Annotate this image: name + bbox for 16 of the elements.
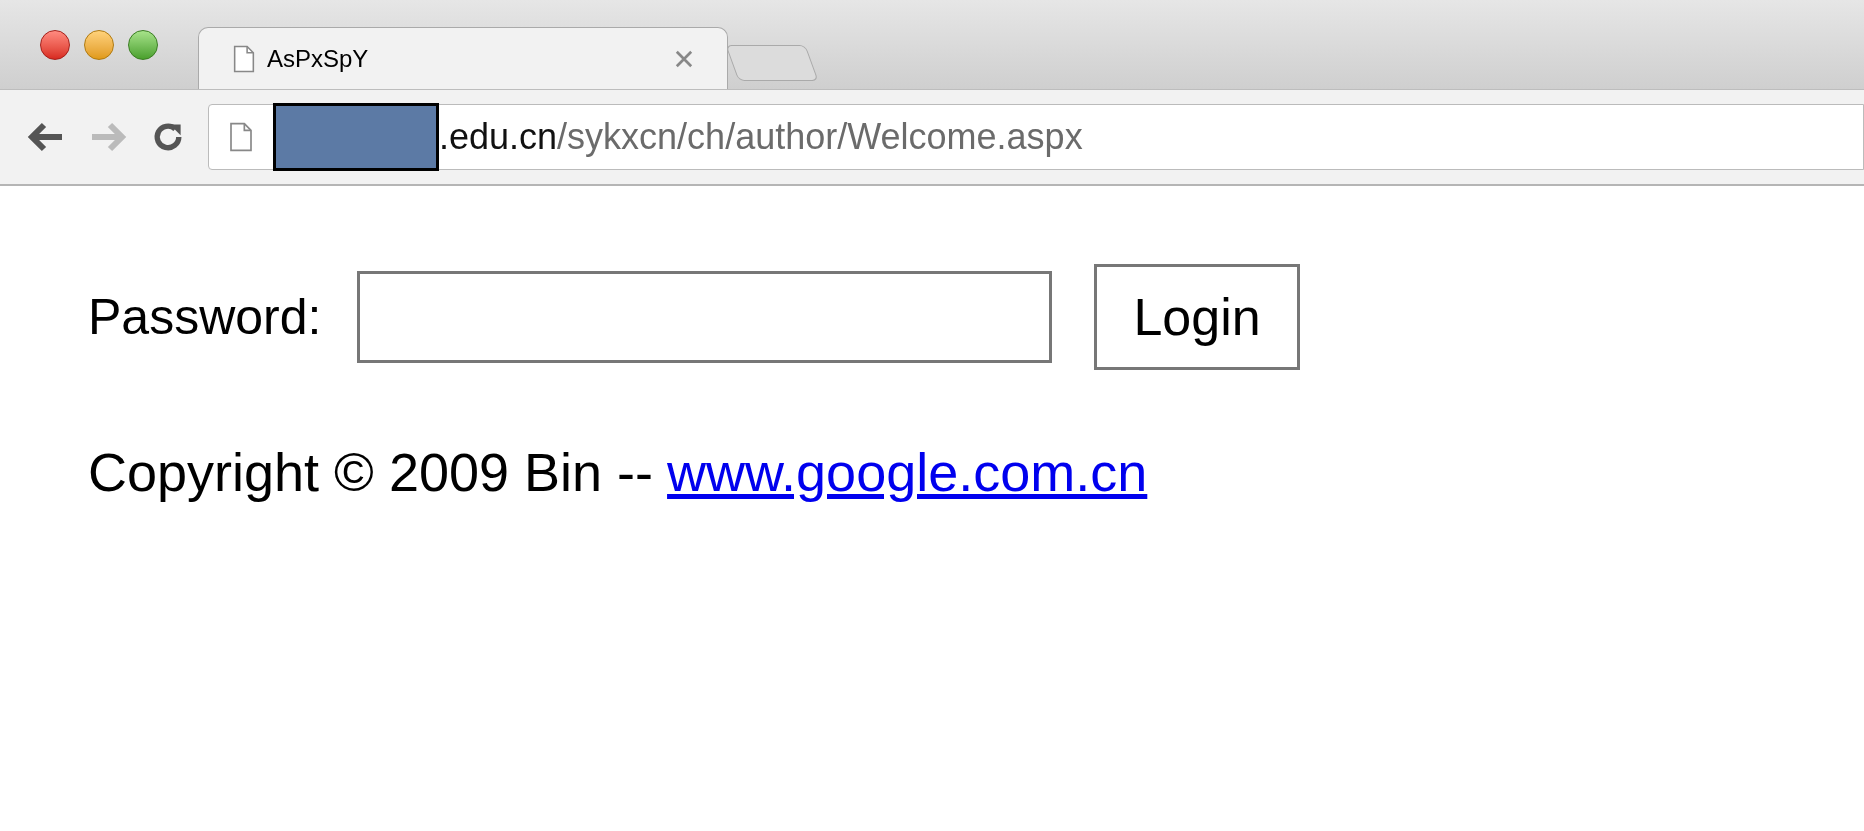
copyright-text: Copyright © 2009 Bin -- [88,441,654,504]
url-host: .edu.cn [439,115,558,159]
url-path: /sykxcn/ch/author/Welcome.aspx [557,115,1083,159]
close-icon[interactable] [675,49,693,68]
page-icon [233,44,255,73]
login-button[interactable]: Login [1094,264,1300,370]
google-link[interactable]: www.google.com.cn [667,432,1148,513]
minimize-window-button[interactable] [84,30,114,60]
password-label: Password: [88,287,322,347]
zoom-window-button[interactable] [128,30,158,60]
address-bar[interactable]: .edu.cn/sykxcn/ch/author/Welcome.aspx [208,104,1864,170]
close-window-button[interactable] [40,30,70,60]
tab-title: AsPxSpY [267,43,369,74]
browser-tab[interactable]: AsPxSpY [198,27,728,89]
password-field[interactable] [357,271,1053,363]
page-icon [229,122,253,152]
